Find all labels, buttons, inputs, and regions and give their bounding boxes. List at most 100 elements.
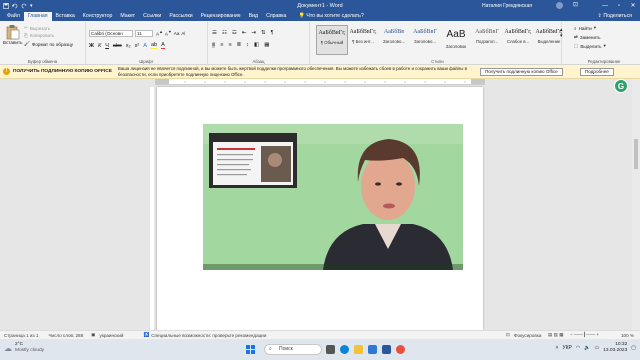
align-left-icon[interactable]: ≡ [212,42,216,48]
shrink-font-icon[interactable]: A▼ [165,30,172,37]
grow-font-icon[interactable]: A▲ [156,30,163,37]
increase-indent-icon[interactable]: ⇥ [251,30,256,36]
input-language[interactable]: УКР [562,345,571,351]
customize-qat-icon[interactable]: ▾ [30,3,36,9]
mail-icon[interactable] [368,345,377,354]
scrollbar-thumb[interactable] [634,139,638,169]
cut-button[interactable]: ✂ Вырезать [24,25,50,31]
subscript-icon[interactable]: x₂ [126,43,131,49]
find-button[interactable]: ⌕ Найти ▾ [574,25,596,31]
zoom-level[interactable]: 100 % [621,333,634,338]
tab-3[interactable]: Конструктор [79,12,117,21]
style-item[interactable]: АаБбВвГ Заголово... [409,25,441,55]
styles-scroll-icon[interactable]: ▴ ▾ [560,27,563,39]
accessibility-status[interactable]: Специальные возможности: проверьте реком… [151,333,266,338]
share-button[interactable]: ⇪ Поделиться [598,12,632,21]
style-item[interactable]: АаБбВвГг, ¶ Без инт... [347,25,379,55]
decrease-indent-icon[interactable]: ⇤ [242,30,247,36]
document-page[interactable] [157,87,483,330]
multilevel-list-icon[interactable]: ☲ [232,30,237,36]
paste-button[interactable]: Вставить [3,24,22,45]
weather-widget[interactable]: ☁ 2°C Mostly cloudy [4,342,44,354]
style-item[interactable]: АаБбВв Заголово... [378,25,410,55]
windows-start-icon[interactable] [246,345,255,354]
strikethrough-icon[interactable]: abc [113,43,122,49]
highlight-icon[interactable]: ab [150,42,158,49]
tab-5[interactable]: Ссылки [139,12,165,21]
replace-button[interactable]: ⇄ Заменить [574,34,601,40]
tell-me-search[interactable]: 💡 Что вы хотите сделать? [298,12,363,21]
focus-mode[interactable]: Фокусировка [514,333,541,338]
chevron-up-icon[interactable]: ˄ [556,345,559,351]
proofing-icon[interactable]: ▣ [91,332,95,338]
learn-more-button[interactable]: Подробнее [580,68,614,76]
edge-icon[interactable] [340,345,349,354]
horizontal-ruler[interactable] [155,79,485,85]
task-view-icon[interactable] [326,345,335,354]
vertical-ruler[interactable] [150,87,154,330]
tab-7[interactable]: Рецензирование [197,12,245,21]
align-right-icon[interactable]: ≡ [228,42,231,48]
style-item[interactable]: АаВ Заголовок [440,25,472,55]
embedded-video-frame[interactable] [203,124,463,270]
tab-9[interactable]: Справка [262,12,290,21]
notifications-icon[interactable]: ▢ [631,345,636,351]
select-button[interactable]: ⬚ Выделить ▾ [574,43,606,49]
chrome-icon[interactable] [396,345,405,354]
view-icons[interactable]: ▤ ▥ ▦ [548,332,564,338]
word-taskbar-icon[interactable] [382,345,391,354]
bold-icon[interactable]: Ж [89,43,94,49]
tab-1[interactable]: Главная [23,12,52,21]
minimize-icon[interactable]: — [598,0,612,11]
ribbon-display-options-icon[interactable]: ⊡ [573,1,578,8]
font-color-icon[interactable]: A [161,42,165,49]
italic-icon[interactable]: К [98,43,101,49]
font-name-combo[interactable]: Calibri (Основн [89,30,133,37]
bullets-icon[interactable]: ☰ [212,30,217,36]
text-effects-icon[interactable]: A [143,43,147,49]
change-case-icon[interactable]: Aa [174,31,180,36]
style-item[interactable]: АаБбВвГг, ¶ Обычный [316,25,348,55]
page-count[interactable]: Страница 1 из 1 [4,333,38,338]
numbering-icon[interactable]: ☷ [222,30,227,36]
underline-icon[interactable]: Ч [105,43,109,49]
font-size-combo[interactable]: 11 [135,30,153,37]
copy-button[interactable]: ⎘ Копировать [24,33,54,38]
language-status[interactable]: украинский [100,333,124,338]
user-avatar[interactable] [556,2,563,9]
battery-icon[interactable]: ▭ [595,345,600,351]
get-genuine-button[interactable]: Получить подлинную копию Office [480,68,563,76]
undo-icon[interactable] [11,3,18,9]
show-marks-icon[interactable]: ¶ [271,30,274,36]
style-item[interactable]: АаБбВвГг, Слабое в... [502,25,534,55]
sort-icon[interactable]: ⇅ [261,30,266,36]
superscript-icon[interactable]: x² [135,43,140,49]
vertical-scrollbar[interactable] [632,79,640,330]
align-center-icon[interactable]: ≡ [220,42,223,48]
volume-icon[interactable]: 🔈 [584,345,590,351]
word-count[interactable]: Число слов: 288 [48,333,83,338]
style-item[interactable]: АаБбВвГ Подзагол... [471,25,503,55]
file-explorer-icon[interactable] [354,345,363,354]
close-icon[interactable]: ✕ [626,0,640,11]
line-spacing-icon[interactable]: ↕ [246,42,249,48]
shading-icon[interactable]: ◧ [254,42,259,48]
tab-8[interactable]: Вид [245,12,262,21]
zoom-slider[interactable]: − ——┃—— + [570,332,599,338]
clock[interactable]: 10:32 13.03.2023 [603,342,627,354]
maximize-icon[interactable]: ▫ [612,0,626,11]
taskbar-search[interactable]: ⌕ Поиск [264,344,322,355]
tab-4[interactable]: Макет [116,12,139,21]
user-name[interactable]: Наталия Грекдянская [482,3,532,9]
redo-icon[interactable] [21,3,27,9]
grammarly-icon[interactable]: G [614,79,628,93]
save-icon[interactable] [3,2,9,9]
tab-2[interactable]: Вставка [52,12,79,21]
clear-formatting-icon[interactable]: A̸ [181,31,184,36]
format-painter-button[interactable]: 🖌 Формат по образцу [24,41,73,47]
wifi-icon[interactable]: ◠ [576,345,580,351]
tab-6[interactable]: Рассылки [165,12,196,21]
tab-0[interactable]: Файл [3,12,24,21]
justify-icon[interactable]: ≣ [237,42,242,48]
borders-icon[interactable]: ▦ [264,42,269,48]
